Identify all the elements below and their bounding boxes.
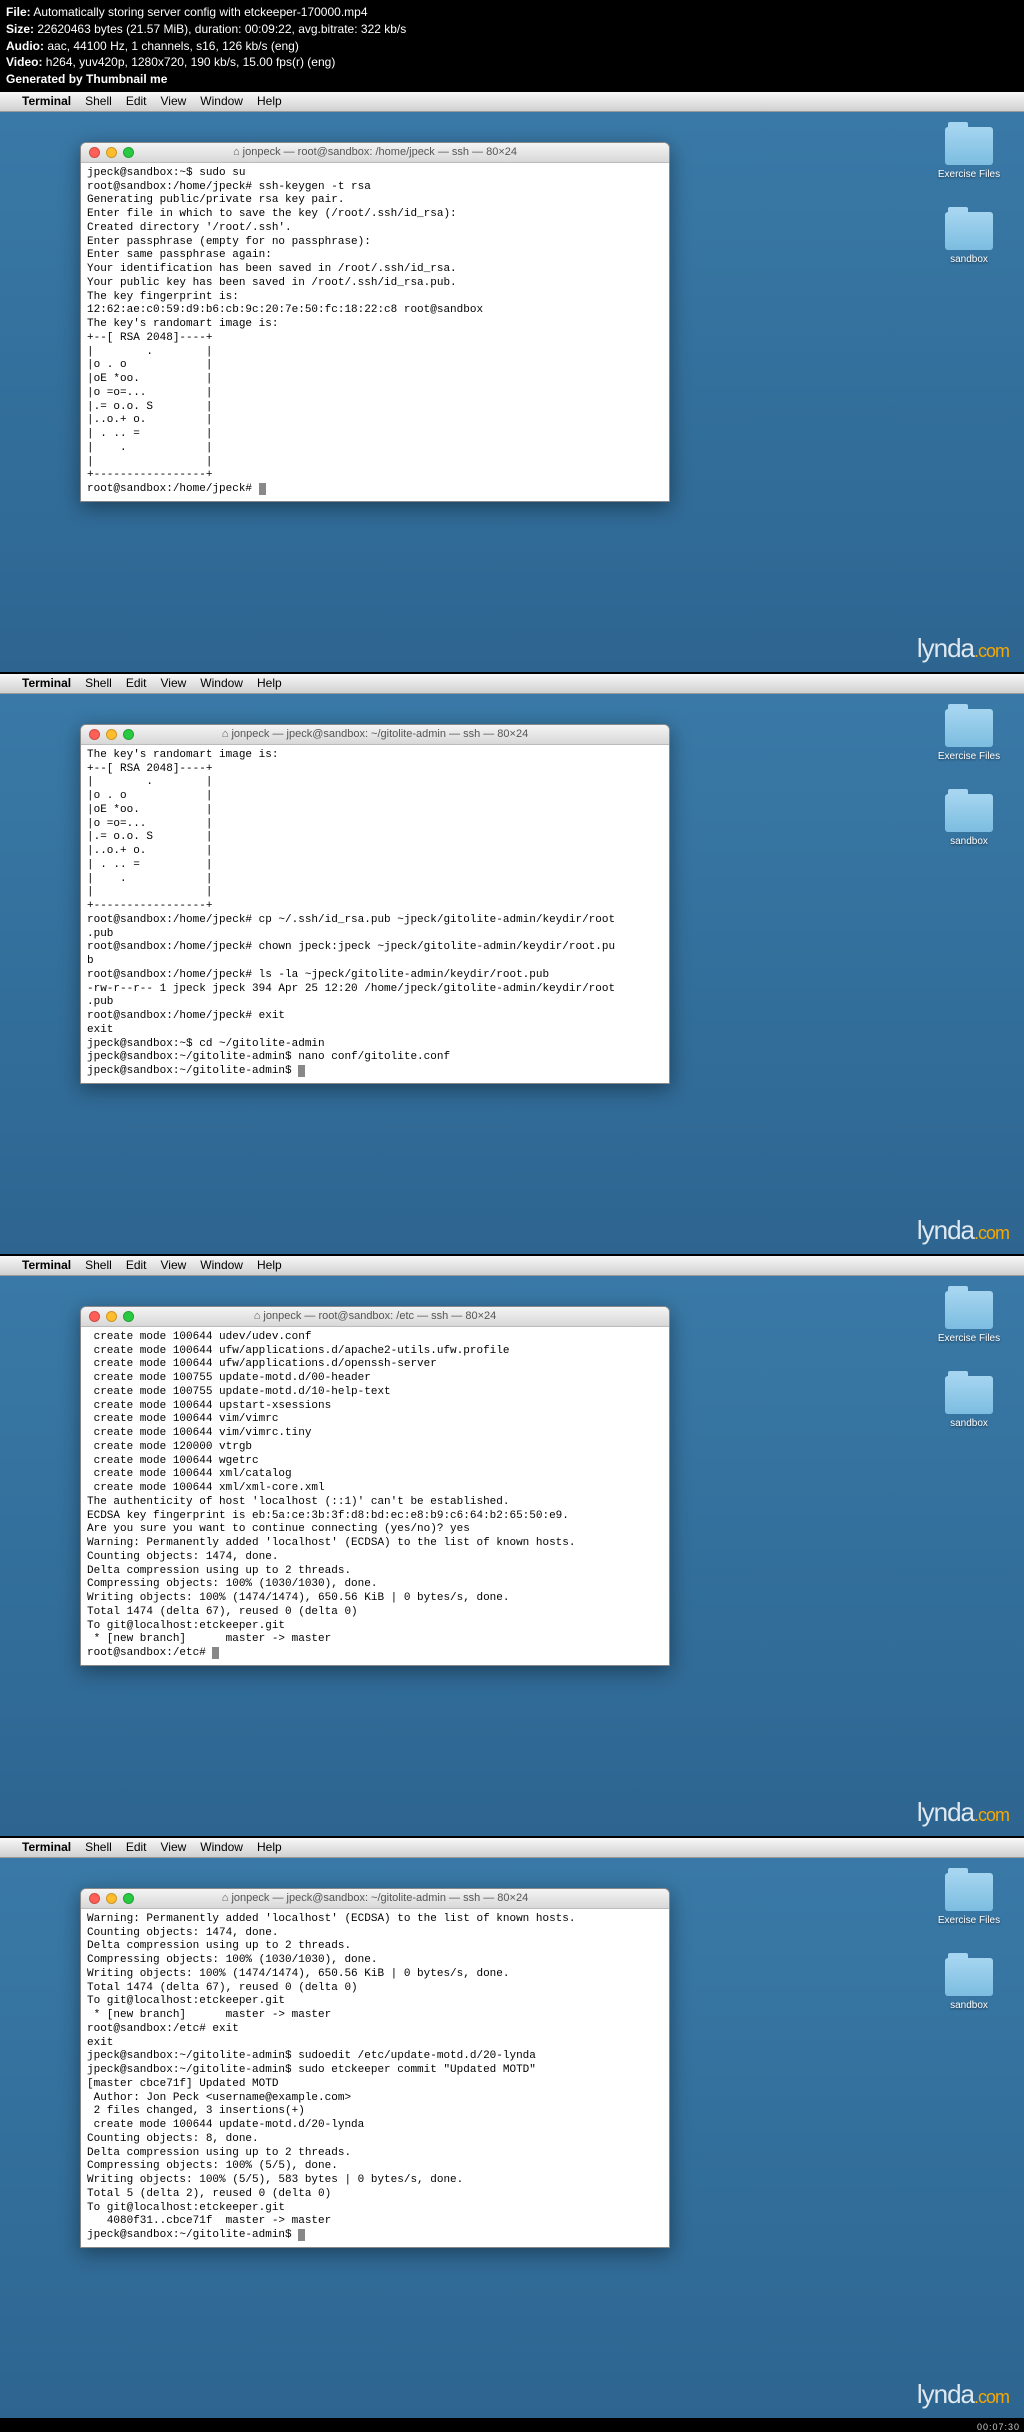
terminal-titlebar[interactable]: ⌂ jonpeck — jpeck@sandbox: ~/gitolite-ad… — [81, 725, 669, 745]
folder-icon — [945, 1291, 993, 1329]
menu-window[interactable]: Window — [200, 94, 243, 108]
close-icon[interactable] — [89, 1311, 100, 1322]
zoom-icon[interactable] — [123, 1311, 134, 1322]
folder-icon — [945, 127, 993, 165]
minimize-icon[interactable] — [106, 1311, 117, 1322]
terminal-window[interactable]: ⌂ jonpeck — root@sandbox: /home/jpeck — … — [80, 142, 670, 502]
desktop-folder-exercise-files[interactable]: Exercise Files — [934, 127, 1004, 180]
terminal-title: ⌂ jonpeck — root@sandbox: /etc — ssh — 8… — [81, 1310, 669, 1322]
folder-icon — [945, 794, 993, 832]
minimize-icon[interactable] — [106, 147, 117, 158]
menu-view[interactable]: View — [161, 676, 187, 690]
terminal-output[interactable]: jpeck@sandbox:~$ sudo su root@sandbox:/h… — [81, 163, 669, 501]
terminal-title: ⌂ jonpeck — jpeck@sandbox: ~/gitolite-ad… — [81, 728, 669, 740]
lynda-watermark: lynda.com — [917, 1797, 1009, 1828]
menu-window[interactable]: Window — [200, 676, 243, 690]
desktop-folder-exercise-files[interactable]: Exercise Files — [934, 1873, 1004, 1926]
terminal-output[interactable]: The key's randomart image is: +--[ RSA 2… — [81, 745, 669, 1083]
menu-view[interactable]: View — [161, 1840, 187, 1854]
menu-shell[interactable]: Shell — [85, 676, 112, 690]
desktop-folder-sandbox[interactable]: sandbox — [934, 794, 1004, 847]
menu-edit[interactable]: Edit — [126, 676, 147, 690]
lynda-watermark: lynda.com — [917, 633, 1009, 664]
desktop-folder-sandbox[interactable]: sandbox — [934, 1958, 1004, 2011]
mac-menubar: Terminal Shell Edit View Window Help — [0, 674, 1024, 694]
desktop-folder-sandbox[interactable]: sandbox — [934, 212, 1004, 265]
mac-menubar: Terminal Shell Edit View Window Help — [0, 1256, 1024, 1276]
menu-edit[interactable]: Edit — [126, 94, 147, 108]
menu-shell[interactable]: Shell — [85, 94, 112, 108]
terminal-window[interactable]: ⌂ jonpeck — root@sandbox: /etc — ssh — 8… — [80, 1306, 670, 1666]
cursor-icon — [298, 2229, 305, 2241]
menu-terminal[interactable]: Terminal — [22, 676, 71, 690]
lynda-watermark: lynda.com — [917, 2379, 1009, 2410]
menu-window[interactable]: Window — [200, 1840, 243, 1854]
terminal-title: ⌂ jonpeck — jpeck@sandbox: ~/gitolite-ad… — [81, 1892, 669, 1904]
thumbnail-3: Terminal Shell Edit View Window Help Exe… — [0, 1256, 1024, 1836]
menu-shell[interactable]: Shell — [85, 1258, 112, 1272]
thumbnail-4: Terminal Shell Edit View Window Help Exe… — [0, 1838, 1024, 2418]
terminal-titlebar[interactable]: ⌂ jonpeck — jpeck@sandbox: ~/gitolite-ad… — [81, 1889, 669, 1909]
desktop-folder-sandbox[interactable]: sandbox — [934, 1376, 1004, 1429]
mac-menubar: Terminal Shell Edit View Window Help — [0, 1838, 1024, 1858]
terminal-window[interactable]: ⌂ jonpeck — jpeck@sandbox: ~/gitolite-ad… — [80, 1888, 670, 2248]
cursor-icon — [212, 1647, 219, 1659]
zoom-icon[interactable] — [123, 729, 134, 740]
close-icon[interactable] — [89, 1893, 100, 1904]
window-controls[interactable] — [89, 147, 134, 158]
minimize-icon[interactable] — [106, 1893, 117, 1904]
folder-icon — [945, 1873, 993, 1911]
terminal-titlebar[interactable]: ⌂ jonpeck — root@sandbox: /etc — ssh — 8… — [81, 1307, 669, 1327]
thumbnail-2: Terminal Shell Edit View Window Help Exe… — [0, 674, 1024, 1254]
menu-terminal[interactable]: Terminal — [22, 1840, 71, 1854]
folder-icon — [945, 709, 993, 747]
menu-help[interactable]: Help — [257, 1258, 282, 1272]
thumbnail-1: Terminal Shell Edit View Window Help Exe… — [0, 92, 1024, 672]
cursor-icon — [298, 1065, 305, 1077]
terminal-titlebar[interactable]: ⌂ jonpeck — root@sandbox: /home/jpeck — … — [81, 143, 669, 163]
desktop-folder-exercise-files[interactable]: Exercise Files — [934, 1291, 1004, 1344]
zoom-icon[interactable] — [123, 1893, 134, 1904]
terminal-title: ⌂ jonpeck — root@sandbox: /home/jpeck — … — [81, 146, 669, 158]
menu-shell[interactable]: Shell — [85, 1840, 112, 1854]
folder-icon — [945, 1376, 993, 1414]
terminal-window[interactable]: ⌂ jonpeck — jpeck@sandbox: ~/gitolite-ad… — [80, 724, 670, 1084]
zoom-icon[interactable] — [123, 147, 134, 158]
menu-help[interactable]: Help — [257, 1840, 282, 1854]
menu-terminal[interactable]: Terminal — [22, 94, 71, 108]
folder-icon — [945, 1958, 993, 1996]
minimize-icon[interactable] — [106, 729, 117, 740]
terminal-output[interactable]: create mode 100644 udev/udev.conf create… — [81, 1327, 669, 1665]
menu-view[interactable]: View — [161, 1258, 187, 1272]
menu-view[interactable]: View — [161, 94, 187, 108]
mac-menubar: Terminal Shell Edit View Window Help — [0, 92, 1024, 112]
folder-icon — [945, 212, 993, 250]
desktop-folder-exercise-files[interactable]: Exercise Files — [934, 709, 1004, 762]
menu-help[interactable]: Help — [257, 94, 282, 108]
menu-terminal[interactable]: Terminal — [22, 1258, 71, 1272]
cursor-icon — [259, 483, 266, 495]
close-icon[interactable] — [89, 147, 100, 158]
window-controls[interactable] — [89, 1893, 134, 1904]
file-metadata-header: File: Automatically storing server confi… — [0, 0, 1024, 92]
window-controls[interactable] — [89, 1311, 134, 1322]
menu-edit[interactable]: Edit — [126, 1840, 147, 1854]
close-icon[interactable] — [89, 729, 100, 740]
menu-window[interactable]: Window — [200, 1258, 243, 1272]
menu-edit[interactable]: Edit — [126, 1258, 147, 1272]
terminal-output[interactable]: Warning: Permanently added 'localhost' (… — [81, 1909, 669, 2247]
timecode: 00:07:30 — [977, 2422, 1020, 2432]
lynda-watermark: lynda.com — [917, 1215, 1009, 1246]
window-controls[interactable] — [89, 729, 134, 740]
menu-help[interactable]: Help — [257, 676, 282, 690]
